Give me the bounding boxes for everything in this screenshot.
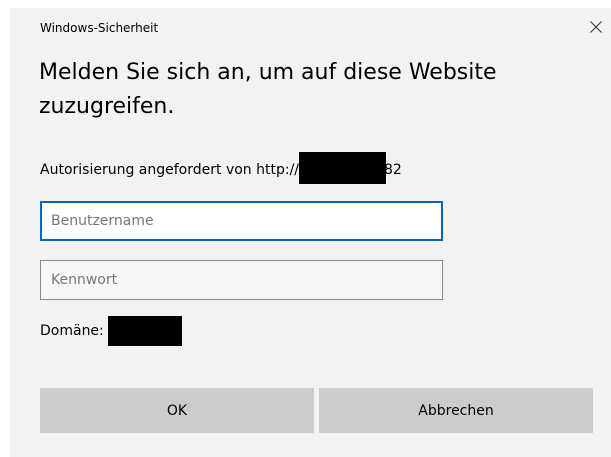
ok-button[interactable]: OK: [40, 388, 314, 433]
redacted-url: [299, 152, 386, 184]
close-button[interactable]: [581, 14, 611, 40]
domain-label: Domäne:: [40, 323, 104, 339]
authorization-text: Autorisierung angefordert von http:// 82: [40, 152, 402, 186]
password-input[interactable]: [40, 260, 443, 300]
dialog-heading: Melden Sie sich an, um auf diese Website…: [39, 60, 497, 119]
auth-suffix: 82: [384, 162, 402, 178]
auth-prefix: Autorisierung angefordert von http://: [40, 162, 299, 178]
close-icon: [590, 21, 602, 33]
cancel-button[interactable]: Abbrechen: [319, 388, 593, 433]
domain-row: Domäne:: [40, 316, 182, 346]
username-input[interactable]: [40, 201, 443, 241]
window-title: Windows-Sicherheit: [40, 21, 159, 35]
login-dialog: Windows-Sicherheit Melden Sie sich an, u…: [10, 8, 611, 457]
redacted-domain: [107, 316, 182, 346]
